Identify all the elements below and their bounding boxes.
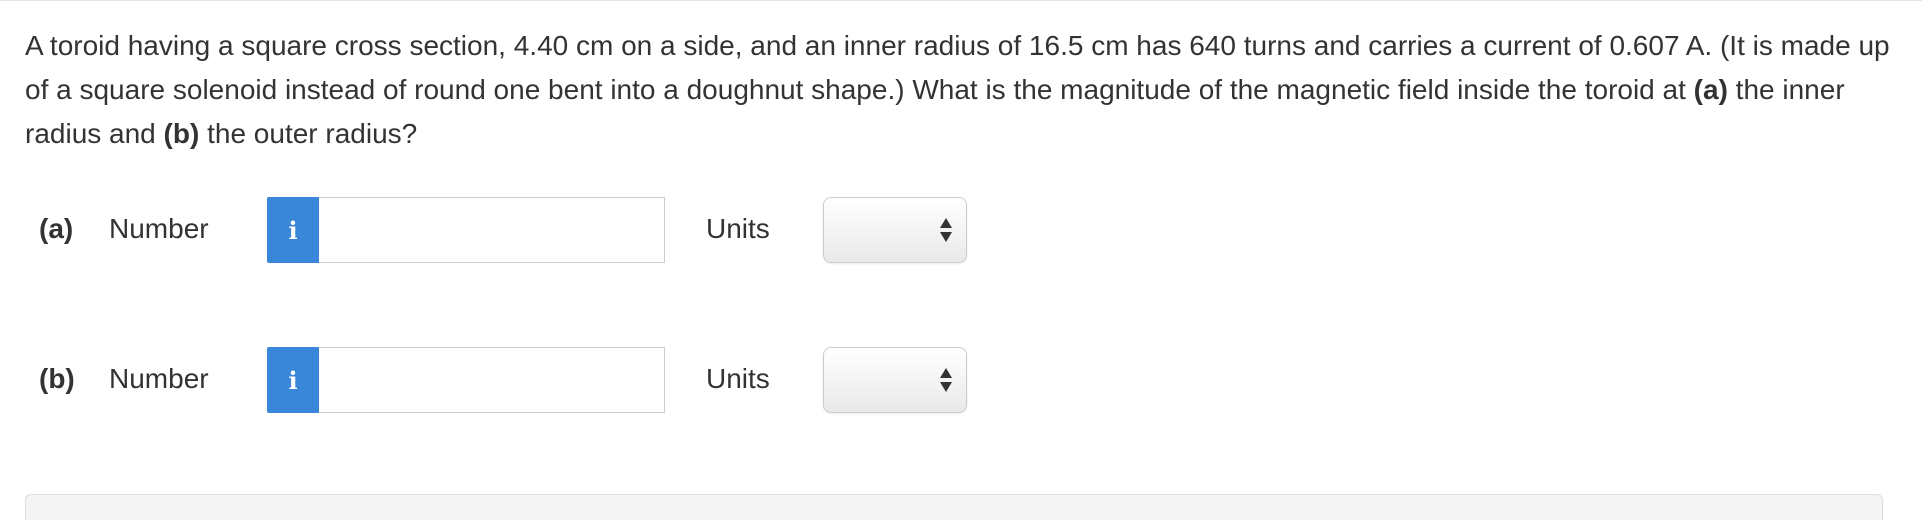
bottom-panel <box>25 494 1883 520</box>
answer-row-a: (a) Number i Units <box>0 197 1000 263</box>
question-text-part-3: the outer radius? <box>199 118 418 149</box>
info-button-a[interactable]: i <box>267 197 319 263</box>
units-select-a[interactable] <box>823 197 967 263</box>
info-icon: i <box>288 365 298 395</box>
question-part-b-ref: (b) <box>163 118 200 149</box>
question-page: A toroid having a square cross section, … <box>0 0 1922 520</box>
question-text: A toroid having a square cross section, … <box>25 24 1905 156</box>
info-icon: i <box>288 215 298 245</box>
select-arrows-icon <box>940 368 952 394</box>
answer-row-b: (b) Number i Units <box>0 347 1000 413</box>
question-part-a-ref: (a) <box>1693 74 1728 105</box>
question-text-part-1: A toroid having a square cross section, … <box>25 30 1890 105</box>
part-label-b: (b) <box>39 363 75 394</box>
top-divider <box>0 0 1922 4</box>
number-input-b[interactable] <box>319 347 665 413</box>
info-button-b[interactable]: i <box>267 347 319 413</box>
units-select-b[interactable] <box>823 347 967 413</box>
units-label-b: Units <box>706 363 770 394</box>
number-input-a[interactable] <box>319 197 665 263</box>
number-label-b: Number <box>109 363 209 394</box>
part-label-a: (a) <box>39 213 74 244</box>
select-arrows-icon <box>940 218 952 244</box>
units-label-a: Units <box>706 213 770 244</box>
number-label-a: Number <box>109 213 209 244</box>
